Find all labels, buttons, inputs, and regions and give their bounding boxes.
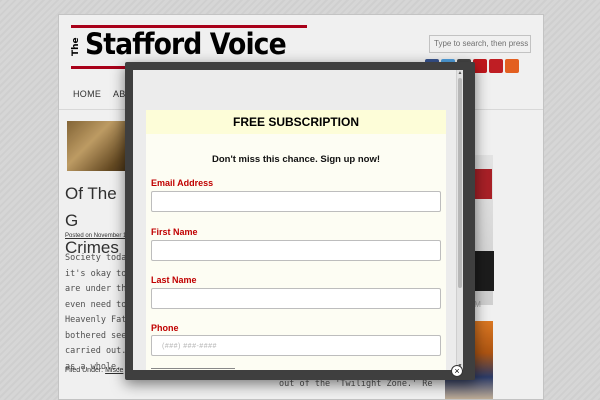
subscription-form: FREE SUBSCRIPTION Don't miss this chance… — [146, 110, 446, 370]
last-name-field[interactable] — [151, 288, 441, 309]
email-field[interactable] — [151, 191, 441, 212]
scroll-up-icon[interactable]: ▲ — [457, 70, 463, 77]
first-name-field[interactable] — [151, 240, 441, 261]
form-title: FREE SUBSCRIPTION — [146, 110, 446, 134]
phone-placeholder: (###) ###-#### — [162, 343, 217, 350]
email-label: Email Address — [151, 178, 214, 188]
scroll-thumb[interactable] — [458, 78, 462, 288]
last-name-label: Last Name — [151, 275, 197, 285]
phone-label: Phone — [151, 323, 179, 333]
phone-field[interactable]: (###) ###-#### — [151, 335, 441, 356]
first-name-label: First Name — [151, 227, 198, 237]
form-intro: Don't miss this chance. Sign up now! — [212, 154, 380, 165]
subscription-modal: FREE SUBSCRIPTION Don't miss this chance… — [125, 62, 475, 380]
modal-content: FREE SUBSCRIPTION Don't miss this chance… — [133, 70, 463, 370]
submit-button[interactable] — [151, 368, 235, 370]
modal-scrollbar[interactable]: ▲ ▼ — [456, 70, 463, 370]
close-icon[interactable]: × — [451, 365, 463, 377]
